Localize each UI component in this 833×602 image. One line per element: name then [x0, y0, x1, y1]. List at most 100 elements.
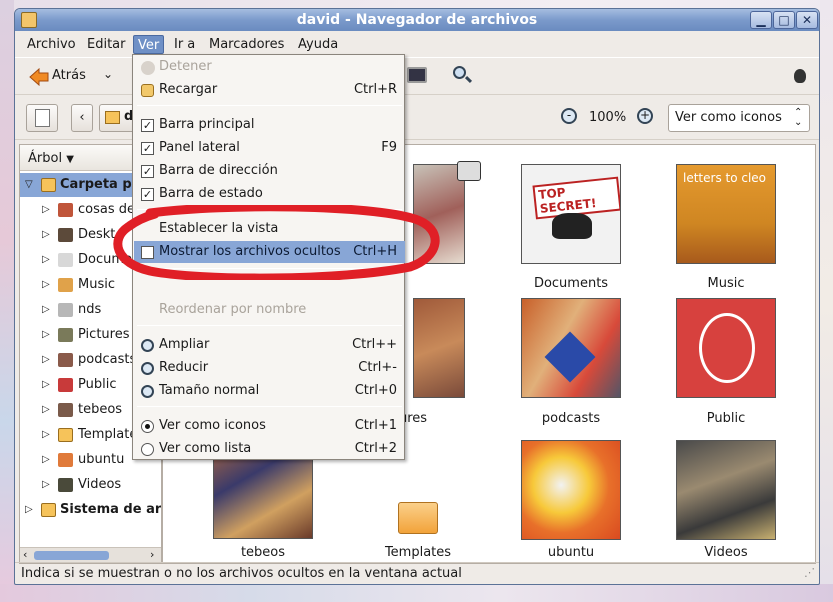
menu-editar[interactable]: Editar	[83, 35, 130, 54]
menu-marcadores[interactable]: Marcadores	[205, 35, 288, 54]
menu-archivo[interactable]: Archivo	[23, 35, 80, 54]
file-thumbnail-partial[interactable]	[413, 298, 465, 398]
folder-thumbnail-icon	[58, 478, 73, 492]
sidebar-horizontal-scrollbar[interactable]: ‹ ›	[20, 547, 161, 563]
file-label: Public	[706, 411, 746, 426]
tree-item-label: nds	[78, 302, 102, 317]
status-text: Indica si se muestran o no los archivos …	[21, 566, 462, 581]
back-arrow-icon	[29, 68, 49, 86]
collapsed-triangle-icon: ▷	[42, 404, 50, 415]
maximize-button[interactable]: □	[773, 11, 795, 29]
menu-item-label: Panel lateral	[159, 140, 240, 155]
view-mode-select[interactable]: Ver como iconos ⌃ ⌄	[668, 104, 810, 132]
file-label: podcasts	[541, 411, 601, 426]
menu-item-barra-estado[interactable]: ✓ Barra de estado	[134, 183, 405, 205]
folder-thumbnail-icon	[58, 353, 73, 367]
search-icon[interactable]	[452, 65, 473, 85]
computer-icon[interactable]	[407, 67, 427, 83]
menu-item-panel-lateral[interactable]: ✓ Panel lateral F9	[134, 137, 405, 159]
menu-item-label: Tamaño normal	[159, 383, 260, 398]
collapsed-triangle-icon: ▷	[42, 479, 50, 490]
path-left-arrow-button[interactable]: ‹	[71, 104, 93, 132]
collapsed-triangle-icon: ▷	[42, 279, 50, 290]
tree-item-label: tebeos	[78, 402, 123, 417]
menu-item-ver-iconos[interactable]: Ver como iconos Ctrl+1	[134, 415, 405, 437]
menu-ayuda[interactable]: Ayuda	[294, 35, 342, 54]
menu-item-label: Reordenar por nombre	[159, 302, 307, 317]
folder-thumbnail-icon	[58, 278, 73, 292]
zoom-out-icon[interactable]: -	[561, 108, 577, 124]
scroll-left-icon[interactable]: ‹	[23, 548, 27, 561]
menu-separator	[137, 325, 402, 326]
collapsed-triangle-icon: ▷	[25, 504, 33, 515]
menu-item-accelerator: Ctrl+2	[354, 441, 397, 456]
tree-item[interactable]: ▷ Videos	[20, 473, 161, 497]
file-thumbnail-public[interactable]	[676, 298, 776, 398]
resize-grip-icon[interactable]: ⋰	[804, 566, 815, 579]
file-thumbnail-podcasts[interactable]	[521, 298, 621, 398]
reload-icon	[141, 84, 154, 97]
home-folder-icon	[41, 178, 56, 192]
collapsed-triangle-icon: ▷	[42, 429, 50, 440]
minimize-button[interactable]: ▁	[750, 11, 772, 29]
view-mode-value: Ver como iconos	[675, 110, 782, 125]
sidebar-mode-label: Árbol	[28, 151, 63, 166]
folder-icon[interactable]	[398, 502, 438, 534]
chevron-down-icon: ▼	[66, 154, 74, 165]
logo-illustration	[699, 313, 755, 383]
menu-separator	[137, 105, 402, 106]
red-annotation-ellipse	[113, 205, 440, 280]
collapsed-triangle-icon: ▷	[42, 329, 50, 340]
menu-bar: Archivo Editar Ver Ir a Marcadores Ayuda	[15, 32, 819, 56]
notepad-icon	[35, 109, 50, 127]
expanded-triangle-icon: ▽	[25, 179, 33, 190]
menu-ver[interactable]: Ver	[133, 35, 165, 54]
back-button[interactable]: Atrás ⌄	[21, 64, 113, 90]
menu-item-accelerator: Ctrl+1	[354, 418, 397, 433]
tree-item-label: Carpeta p	[60, 177, 132, 192]
menu-item-accelerator: Ctrl+0	[354, 383, 397, 398]
tree-item-label: Sistema de ar	[60, 502, 162, 517]
file-label: Documents	[533, 276, 609, 291]
folder-thumbnail-icon	[58, 378, 73, 392]
folder-thumbnail-icon	[58, 328, 73, 342]
menu-item-tamano-normal[interactable]: Tamaño normal Ctrl+0	[134, 380, 405, 402]
menu-item-ver-lista[interactable]: Ver como lista Ctrl+2	[134, 438, 405, 460]
file-thumbnail-videos[interactable]	[676, 440, 776, 540]
zoom-in-icon[interactable]: +	[637, 108, 653, 124]
tree-item-filesystem[interactable]: ▷ Sistema de ar	[20, 498, 162, 522]
file-thumbnail-music[interactable]: letters to cleo	[676, 164, 776, 264]
scroll-right-icon[interactable]: ›	[150, 548, 154, 561]
menu-item-reordenar[interactable]: Reordenar por nombre	[134, 299, 405, 321]
collapsed-triangle-icon: ▷	[42, 304, 50, 315]
scrollbar-thumb[interactable]	[34, 551, 109, 560]
desktop-background-bottom	[0, 584, 833, 602]
title-bar[interactable]: david - Navegador de archivos ▁ □ ✕	[15, 9, 819, 31]
toggle-location-entry-button[interactable]	[26, 104, 58, 132]
menu-item-ampliar[interactable]: Ampliar Ctrl++	[134, 334, 405, 356]
file-label: Templates	[384, 545, 452, 560]
folder-thumbnail-icon	[58, 303, 73, 317]
tree-item-label: Pictures	[78, 327, 130, 342]
folder-thumbnail-icon	[58, 203, 73, 217]
menu-item-label: Detener	[159, 59, 212, 74]
select-arrows-icon: ⌃ ⌄	[794, 107, 803, 128]
menu-item-barra-principal[interactable]: ✓ Barra principal	[134, 114, 405, 136]
radio-unselected-icon	[141, 443, 154, 456]
menu-item-barra-direccion[interactable]: ✓ Barra de dirección	[134, 160, 405, 182]
menu-item-detener[interactable]: Detener	[134, 56, 405, 78]
menu-item-recargar[interactable]: Recargar Ctrl+R	[134, 79, 405, 101]
menu-item-accelerator: Ctrl+R	[353, 82, 397, 97]
back-history-chevron-icon[interactable]: ⌄	[103, 67, 113, 81]
menu-item-label: Barra de dirección	[159, 163, 278, 178]
tree-item-label: Videos	[78, 477, 122, 492]
file-label: Videos	[704, 545, 748, 560]
collapsed-triangle-icon: ▷	[42, 379, 50, 390]
menu-ir-a[interactable]: Ir a	[170, 35, 199, 54]
folder-icon[interactable]	[21, 12, 37, 28]
close-button[interactable]: ✕	[796, 11, 818, 29]
file-thumbnail-ubuntu[interactable]	[521, 440, 621, 540]
menu-item-reducir[interactable]: Reducir Ctrl+-	[134, 357, 405, 379]
file-thumbnail-documents[interactable]: TOP SECRET!	[521, 164, 621, 264]
menu-item-label: Barra de estado	[159, 186, 263, 201]
